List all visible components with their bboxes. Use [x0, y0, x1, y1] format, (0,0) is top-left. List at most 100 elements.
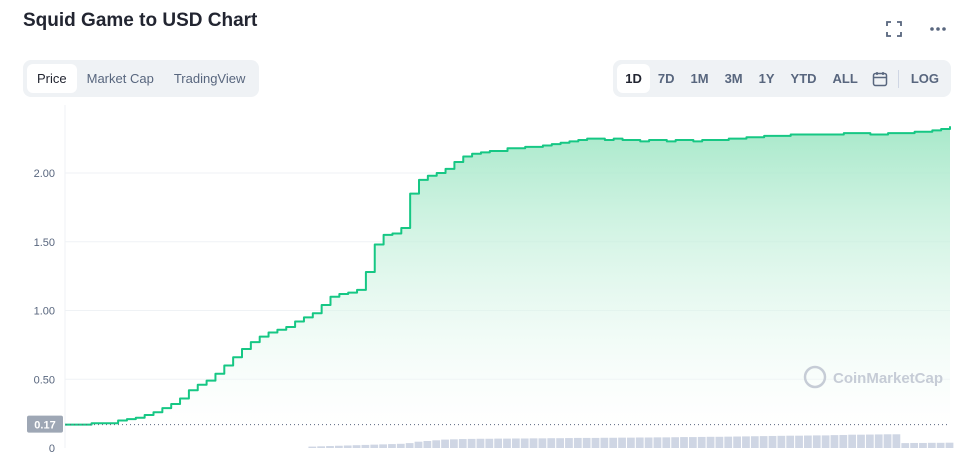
y-tick-label: 0	[49, 443, 55, 452]
fullscreen-icon[interactable]	[883, 18, 905, 40]
volume-bar	[573, 437, 582, 448]
volume-bar	[777, 435, 786, 448]
volume-bar	[485, 438, 494, 448]
volume-bar	[919, 442, 927, 448]
volume-bar	[361, 444, 370, 448]
tab-market-cap[interactable]: Market Cap	[77, 64, 164, 93]
volume-bar	[609, 437, 618, 448]
volume-bar	[786, 435, 795, 448]
volume-bar	[520, 438, 529, 448]
volume-bar	[671, 437, 680, 448]
volume-bar	[812, 435, 821, 448]
volume-bar	[680, 437, 688, 448]
y-tick-label: 2.00	[34, 168, 55, 180]
volume-bar	[308, 446, 317, 448]
volume-bar	[326, 446, 334, 448]
volume-bar	[697, 436, 706, 448]
volume-bar	[857, 434, 865, 448]
volume-bar	[688, 437, 697, 448]
y-tick-label: 1.00	[34, 306, 55, 318]
y-tick-label: 0.50	[34, 374, 55, 386]
volume-bar	[556, 438, 564, 448]
calendar-icon[interactable]	[866, 64, 894, 93]
volume-bar	[467, 438, 476, 448]
volume-bar	[945, 442, 954, 448]
volume-bar	[476, 438, 485, 448]
volume-bar	[529, 438, 538, 448]
range-ytd[interactable]: YTD	[783, 64, 825, 93]
tab-tradingview[interactable]: TradingView	[164, 64, 256, 93]
log-scale-toggle[interactable]: LOG	[903, 64, 947, 93]
chart-toolbar-top	[883, 18, 949, 40]
volume-bar	[582, 437, 591, 448]
volume-bar	[494, 438, 503, 448]
volume-bar	[635, 437, 644, 448]
volume-bar	[892, 434, 901, 448]
chart-type-tabs: Price Market Cap TradingView	[23, 60, 260, 97]
volume-bar	[405, 443, 414, 448]
volume-bar	[715, 436, 724, 448]
volume-bar	[795, 435, 803, 448]
volume-bar	[653, 437, 662, 448]
range-3m[interactable]: 3M	[717, 64, 751, 93]
volume-bar	[379, 444, 387, 448]
volume-bar	[706, 436, 715, 448]
volume-bar	[317, 446, 326, 448]
volume-bar	[432, 440, 441, 448]
volume-bar	[901, 443, 910, 448]
volume-bar	[388, 444, 396, 448]
volume-bar	[936, 442, 945, 448]
volume-bar	[414, 441, 423, 448]
volume-bar	[839, 434, 848, 448]
tab-price[interactable]: Price	[27, 64, 77, 93]
volume-bar	[450, 439, 458, 448]
volume-bar	[538, 438, 547, 448]
volume-bar	[423, 441, 432, 448]
volume-bar	[334, 445, 343, 448]
range-1y[interactable]: 1Y	[751, 64, 783, 93]
volume-bar	[565, 438, 573, 448]
volume-bar	[724, 436, 733, 448]
y-tick-label: 1.50	[34, 237, 55, 249]
volume-bar	[591, 437, 600, 448]
volume-bar	[396, 443, 405, 448]
volume-bar	[874, 434, 883, 448]
volume-bar	[503, 438, 511, 448]
volume-bar	[804, 435, 812, 448]
range-1m[interactable]: 1M	[683, 64, 717, 93]
volume-bar	[370, 444, 379, 448]
volume-bar	[910, 442, 918, 448]
page-title: Squid Game to USD Chart	[23, 10, 258, 31]
volume-bar	[352, 445, 361, 448]
volume-bar	[733, 436, 741, 448]
volume-bar	[883, 434, 892, 448]
time-range-tabs: 1D 7D 1M 3M 1Y YTD ALL LOG	[613, 60, 951, 97]
volume-bar	[600, 437, 609, 448]
volume-bar	[742, 436, 750, 448]
current-price-label: 0.17	[34, 420, 55, 432]
volume-bar	[644, 437, 653, 448]
volume-bar	[830, 435, 839, 448]
watermark-text: CoinMarketCap	[833, 370, 943, 387]
volume-bar	[618, 437, 626, 448]
volume-bar	[662, 437, 671, 448]
range-1d[interactable]: 1D	[617, 64, 650, 93]
volume-bar	[547, 438, 556, 448]
more-icon[interactable]	[927, 18, 949, 40]
toolbar-divider	[897, 69, 899, 88]
volume-bar	[821, 435, 830, 448]
volume-bar	[768, 435, 777, 448]
volume-bar	[865, 434, 874, 448]
volume-bar	[759, 436, 768, 448]
volume-bar	[927, 442, 936, 448]
range-7d[interactable]: 7D	[650, 64, 683, 93]
volume-bar	[750, 436, 759, 448]
range-all[interactable]: ALL	[825, 64, 866, 93]
volume-bar	[511, 438, 520, 448]
volume-bar	[627, 437, 635, 448]
volume-bar	[848, 434, 857, 448]
volume-bar	[343, 445, 352, 448]
price-chart[interactable]: 0 0.50 1.00 1.50 2.00 0.17 CoinMarketCap	[0, 100, 977, 452]
volume-bar	[458, 439, 467, 448]
volume-bar	[441, 439, 449, 448]
